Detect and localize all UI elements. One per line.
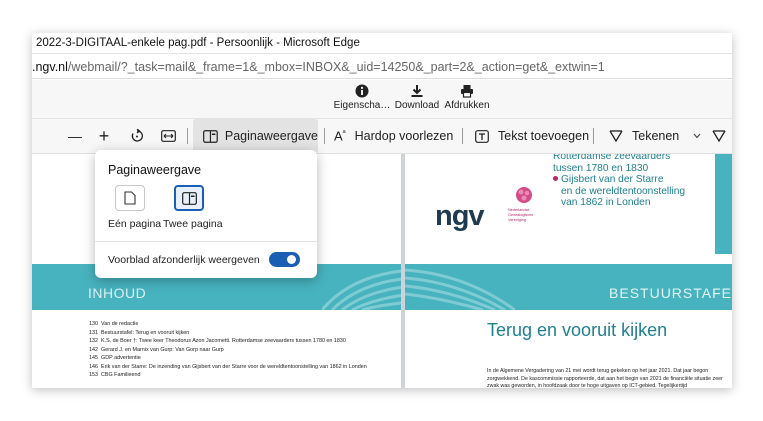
draw-button[interactable]: Tekenen (609, 119, 701, 153)
section-title-bestuurstafel: BESTUURSTAFE (609, 285, 732, 301)
section-title-inhoud: INHOUD (88, 285, 147, 301)
ngv-flower-icon (516, 187, 532, 203)
two-page-icon (181, 191, 197, 205)
page-view-button[interactable]: Paginaweergave (193, 119, 318, 153)
window-title: 2022-3-DIGITAAL-enkele pag.pdf - Persoon… (36, 37, 360, 49)
highlight-icon (712, 130, 726, 143)
read-aloud-label: Hardop voorlezen (354, 129, 454, 143)
download-icon (411, 85, 423, 97)
ngv-subtitle: Nederlandse Genealogische Vereniging (508, 208, 534, 222)
page-view-icon (203, 129, 218, 143)
table-of-contents: 130 Van de redactie 131 Bestuurstafel: Ter… (89, 320, 367, 380)
pdf-action-bar: Eigenscha… Download Afdrukken (32, 80, 732, 119)
toc-item: 153 CBG Familieend (89, 372, 141, 378)
zoom-in-button[interactable]: + (96, 119, 112, 153)
two-page-label: Twee pagina (163, 218, 223, 230)
ngv-logo: ngv (435, 200, 485, 232)
rotate-button[interactable] (128, 119, 146, 153)
ngv-item: Gijsbert van der Starre (553, 174, 685, 186)
toc-item: 142 Gerard J. en Marnix van Gurp: Van Gor… (89, 346, 224, 353)
url-host: .ngv.nl (32, 60, 68, 74)
toolbar-separator (593, 128, 594, 144)
teal-side-strip (715, 154, 732, 254)
cover-toggle-switch[interactable] (269, 252, 300, 267)
minus-icon: — (68, 128, 82, 144)
ngv-item: tussen 1780 en 1830 (553, 162, 649, 174)
read-aloud-icon: Aᵃ (334, 128, 346, 144)
chevron-down-icon[interactable] (693, 133, 701, 139)
decorative-swirl (322, 269, 401, 310)
title-bar: 2022-3-DIGITAAL-enkele pag.pdf - Persoon… (32, 33, 732, 54)
printer-icon (461, 85, 473, 98)
toolbar-separator (187, 128, 188, 144)
fit-width-button[interactable] (158, 119, 178, 153)
print-button[interactable]: Afdrukken (442, 82, 492, 116)
download-label: Download (394, 100, 440, 111)
draw-label: Tekenen (632, 129, 680, 143)
single-page-button[interactable] (115, 185, 145, 211)
info-icon (355, 84, 369, 98)
draw-icon (609, 130, 623, 143)
ngv-item: Rotterdamse zeevaarders (553, 154, 671, 162)
ngv-item: van 1862 in Londen (561, 197, 651, 208)
article-paragraph: In de Algemene Vergadering van 21 mei wo… (487, 368, 723, 388)
add-text-button[interactable]: Tekst toevoegen (475, 119, 589, 153)
toc-item: 145 GDP advertentie (89, 355, 141, 361)
popup-title: Paginaweergave (108, 163, 202, 177)
two-page-button[interactable] (174, 185, 204, 211)
rotate-icon (131, 129, 143, 142)
plus-icon: + (98, 125, 110, 146)
toc-item: 132 K.S. de Boer †: Twee keer Theodorus A… (89, 338, 346, 344)
single-page-label: Eén pagina (108, 218, 162, 230)
properties-label: Eigenscha… (333, 100, 391, 111)
page-view-label: Paginaweergave (224, 129, 318, 143)
download-button[interactable]: Download (394, 82, 440, 116)
zoom-out-button[interactable]: — (67, 119, 83, 153)
print-label: Afdrukken (444, 100, 490, 111)
toggle-knob (287, 255, 296, 264)
article-heading: Terug en vooruit kijken (487, 320, 668, 340)
fit-width-icon (160, 130, 176, 142)
bullet-icon (553, 176, 558, 181)
popup-divider (95, 241, 317, 242)
ngv-cover-list: Rotterdamse zeevaarders tussen 1780 en 1… (553, 154, 685, 209)
text-box-icon (475, 129, 489, 143)
toc-item: 146 Erik van der Starre: De inzending van… (89, 363, 367, 370)
read-aloud-button[interactable]: Aᵃ Hardop voorlezen (334, 119, 453, 153)
decorative-swirl (405, 268, 515, 310)
page-view-popup: Paginaweergave Eén pagina Twee pagina Vo… (95, 150, 317, 278)
properties-button[interactable]: Eigenscha… (332, 82, 392, 116)
toc-item: 131 Bestuurstafel: Terug en vooruit kijke… (89, 329, 190, 336)
toolbar-separator (462, 128, 463, 144)
ngv-item: en de wereldtentoonstelling (561, 185, 686, 197)
url-path: /webmail/?_task=mail&_frame=1&_mbox=INBO… (67, 60, 605, 74)
toc-item: 130 Van de redactie (89, 321, 139, 327)
single-page-icon (124, 191, 136, 205)
cover-toggle-label: Voorblad afzonderlijk weergeven (108, 254, 260, 266)
add-text-label: Tekst toevoegen (498, 129, 590, 143)
viewer-toolbar: — + Paginaweergave Aᵃ Hardop voorlezen T… (32, 119, 732, 154)
pdf-page-right: Rotterdamse zeevaarders tussen 1780 en 1… (405, 154, 732, 388)
address-bar[interactable]: .ngv.nl/webmail/?_task=mail&_frame=1&_mb… (32, 55, 732, 79)
toolbar-separator (324, 128, 325, 144)
highlight-button[interactable] (712, 119, 726, 153)
